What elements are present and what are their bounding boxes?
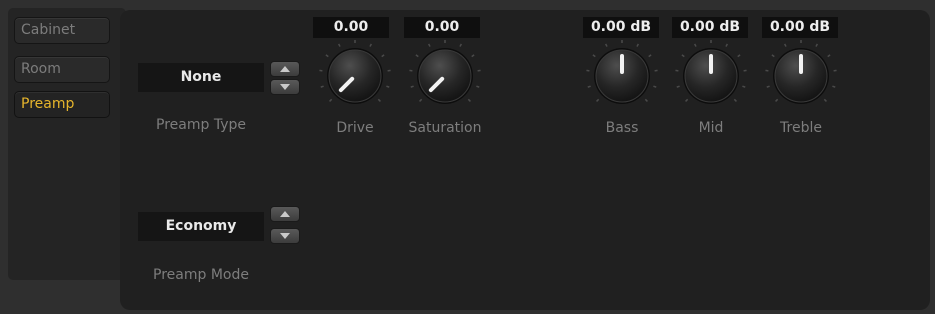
preamp-type-value[interactable]: None (138, 63, 264, 92)
drive-knob[interactable] (315, 36, 395, 116)
treble-value: 0.00 dB (762, 17, 838, 38)
preamp-type-label: Preamp Type (156, 117, 246, 133)
preamp-mode-label: Preamp Mode (153, 267, 249, 283)
preamp-mode-value[interactable]: Economy (138, 212, 264, 241)
mid-value: 0.00 dB (672, 17, 748, 38)
treble-knob[interactable] (761, 36, 841, 116)
knob-graphic (765, 40, 837, 104)
drive-label: Drive (336, 120, 374, 136)
knob-graphic (319, 40, 391, 104)
knob-graphic (409, 40, 481, 104)
bass-value: 0.00 dB (583, 17, 659, 38)
tab-preamp[interactable]: Preamp (14, 91, 110, 118)
preamp-mode-up-button[interactable] (270, 206, 300, 222)
bass-label: Bass (605, 120, 639, 136)
triangle-up-icon (280, 211, 290, 217)
plugin-window: Cabinet Room Preamp None Preamp Type Eco… (0, 0, 935, 314)
mid-knob[interactable] (671, 36, 751, 116)
saturation-value: 0.00 (404, 17, 480, 38)
tab-cabinet[interactable]: Cabinet (14, 17, 110, 44)
saturation-knob[interactable] (405, 36, 485, 116)
preamp-type-down-button[interactable] (270, 79, 300, 95)
knob-graphic (675, 40, 747, 104)
mid-label: Mid (698, 120, 724, 136)
triangle-up-icon (280, 66, 290, 72)
saturation-label: Saturation (408, 120, 482, 136)
treble-label: Treble (780, 120, 822, 136)
triangle-down-icon (280, 84, 290, 90)
knob-graphic (586, 40, 658, 104)
tab-room[interactable]: Room (14, 56, 110, 83)
preamp-type-up-button[interactable] (270, 61, 300, 77)
preamp-mode-down-button[interactable] (270, 228, 300, 244)
bass-knob[interactable] (582, 36, 662, 116)
triangle-down-icon (280, 233, 290, 239)
drive-value: 0.00 (313, 17, 389, 38)
sidebar-panel (8, 8, 126, 280)
